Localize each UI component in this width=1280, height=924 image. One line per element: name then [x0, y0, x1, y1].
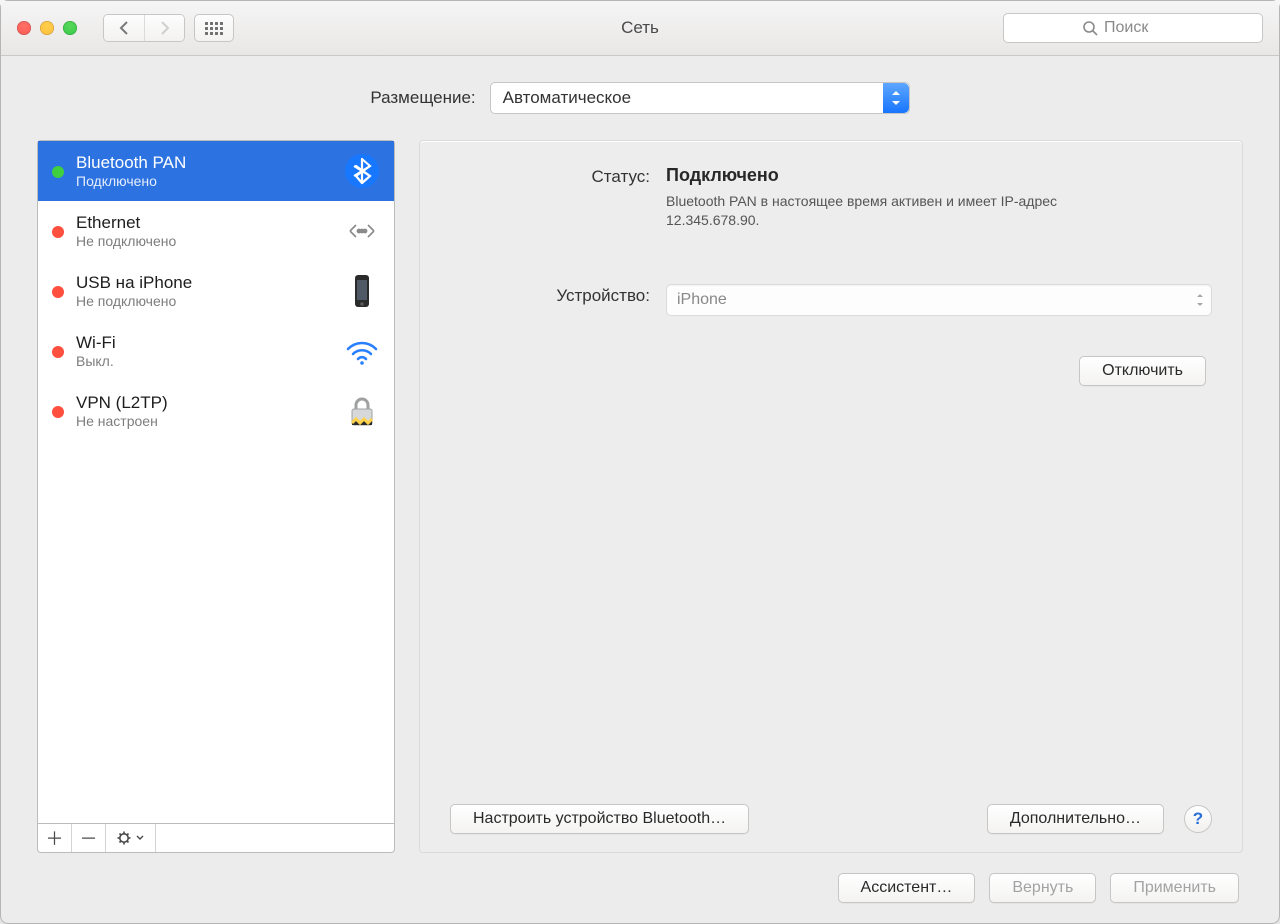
forward-button[interactable] [144, 15, 184, 41]
chevron-down-icon [136, 835, 144, 841]
device-label: Устройство: [450, 284, 650, 316]
nav-segmented [103, 14, 185, 42]
wifi-icon [340, 329, 384, 373]
search-input[interactable] [1104, 19, 1184, 37]
service-status: Подключено [76, 173, 328, 191]
footer-buttons: Ассистент… Вернуть Применить [37, 853, 1243, 903]
advanced-button[interactable]: Дополнительно… [987, 804, 1164, 834]
ethernet-icon [340, 209, 384, 253]
iphone-icon [340, 269, 384, 313]
location-label: Размещение: [370, 88, 475, 108]
sidebar: Bluetooth PAN Подключено Ethernet Не под… [37, 140, 395, 853]
chevron-right-icon [159, 21, 171, 35]
service-ethernet[interactable]: Ethernet Не подключено [38, 201, 394, 261]
service-name: USB на iPhone [76, 272, 328, 293]
help-button[interactable]: ? [1184, 805, 1212, 833]
service-status: Выкл. [76, 353, 328, 371]
device-value: iPhone [677, 291, 727, 309]
location-value: Автоматическое [503, 88, 631, 108]
service-wifi[interactable]: Wi-Fi Выкл. [38, 321, 394, 381]
service-text: USB на iPhone Не подключено [76, 272, 328, 311]
back-button[interactable] [104, 15, 144, 41]
service-name: Bluetooth PAN [76, 152, 328, 173]
status-dot-icon [52, 406, 64, 418]
titlebar: Сеть [1, 1, 1279, 56]
service-name: VPN (L2TP) [76, 392, 328, 413]
disconnect-button[interactable]: Отключить [1079, 356, 1206, 386]
apply-button[interactable]: Применить [1110, 873, 1239, 903]
stepper-icon [1195, 285, 1205, 315]
service-actions-button[interactable] [106, 824, 156, 852]
service-text: VPN (L2TP) Не настроен [76, 392, 328, 431]
status-value: Подключено [666, 165, 1212, 186]
remove-service-button[interactable]: － [72, 824, 106, 852]
service-text: Bluetooth PAN Подключено [76, 152, 328, 191]
service-status: Не подключено [76, 293, 328, 311]
lock-icon [340, 389, 384, 433]
location-row: Размещение: Автоматическое [37, 82, 1243, 114]
grid-icon [205, 22, 223, 35]
setup-bluetooth-button[interactable]: Настроить устройство Bluetooth… [450, 804, 749, 834]
search-field-wrap[interactable] [1003, 13, 1263, 43]
detail-pane: Статус: Подключено Bluetooth PAN в насто… [419, 140, 1243, 853]
service-text: Wi-Fi Выкл. [76, 332, 328, 371]
detail-bottom-row: Настроить устройство Bluetooth… Дополнит… [450, 794, 1212, 834]
status-label: Статус: [450, 165, 650, 230]
service-status: Не настроен [76, 413, 328, 431]
assistant-button[interactable]: Ассистент… [838, 873, 976, 903]
service-vpn[interactable]: VPN (L2TP) Не настроен [38, 381, 394, 441]
search-icon [1082, 20, 1098, 36]
status-dot-icon [52, 166, 64, 178]
show-all-button[interactable] [194, 14, 234, 42]
service-name: Wi-Fi [76, 332, 328, 353]
location-popup[interactable]: Автоматическое [490, 82, 910, 114]
service-text: Ethernet Не подключено [76, 212, 328, 251]
add-service-button[interactable]: ＋ [38, 824, 72, 852]
status-description: Bluetooth PAN в настоящее время активен … [666, 192, 1106, 230]
columns: Bluetooth PAN Подключено Ethernet Не под… [37, 140, 1243, 853]
detail-form: Статус: Подключено Bluetooth PAN в насто… [450, 165, 1212, 386]
status-dot-icon [52, 346, 64, 358]
service-list: Bluetooth PAN Подключено Ethernet Не под… [37, 140, 395, 823]
service-name: Ethernet [76, 212, 328, 233]
service-list-footer: ＋ － [37, 823, 395, 853]
service-status: Не подключено [76, 233, 328, 251]
service-bluetooth-pan[interactable]: Bluetooth PAN Подключено [38, 141, 394, 201]
gear-icon [117, 830, 133, 846]
status-dot-icon [52, 226, 64, 238]
traffic-lights [17, 21, 77, 35]
revert-button[interactable]: Вернуть [989, 873, 1096, 903]
close-window-button[interactable] [17, 21, 31, 35]
chevron-left-icon [118, 21, 130, 35]
stepper-icon [883, 83, 909, 113]
status-dot-icon [52, 286, 64, 298]
device-popup[interactable]: iPhone [666, 284, 1212, 316]
network-prefs-window: Сеть Размещение: Автоматическое [0, 0, 1280, 924]
body: Размещение: Автоматическое Bluetooth PAN… [1, 56, 1279, 923]
minimize-window-button[interactable] [40, 21, 54, 35]
bluetooth-icon [340, 149, 384, 193]
zoom-window-button[interactable] [63, 21, 77, 35]
service-usb-iphone[interactable]: USB на iPhone Не подключено [38, 261, 394, 321]
